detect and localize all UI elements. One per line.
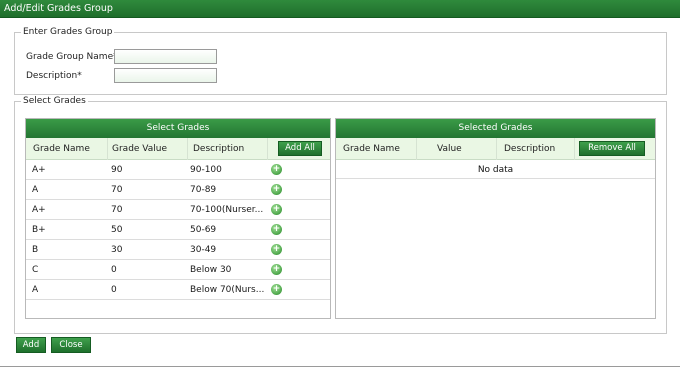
grade-group-name-label: Grade Group Name* (26, 52, 118, 62)
grade-description-cell: 90-100 (190, 165, 222, 175)
grade-description-cell: 70-100(Nurser... (190, 205, 264, 215)
plus-circle-icon[interactable]: + (271, 284, 282, 295)
column-grade-value[interactable]: Grade Value (112, 138, 167, 160)
column-divider (574, 138, 575, 160)
column-description[interactable]: Description (193, 138, 244, 160)
add-button[interactable]: Add (16, 337, 46, 353)
grade-description-cell: Below 30 (190, 265, 232, 275)
selected-grades-title: Selected Grades (336, 119, 655, 138)
column-description[interactable]: Description (504, 138, 555, 160)
available-grades-header: Grade Name Grade Value Description Add A… (26, 138, 330, 160)
plus-circle-icon[interactable]: + (271, 224, 282, 235)
grade-row[interactable]: B+ 50 50-69 + (26, 220, 330, 240)
close-button[interactable]: Close (51, 337, 91, 353)
column-divider (496, 138, 497, 160)
grade-description-cell: Below 70(Nurs... (190, 285, 264, 295)
plus-circle-icon[interactable]: + (271, 204, 282, 215)
select-grades-legend: Select Grades (23, 96, 86, 106)
grade-description-cell: 70-89 (190, 185, 217, 195)
grade-row[interactable]: A 0 Below 70(Nurs... + (26, 280, 330, 300)
add-all-button[interactable]: Add All (278, 141, 322, 156)
column-grade-name[interactable]: Grade Name (33, 138, 90, 160)
grade-row[interactable]: A+ 90 90-100 + (26, 160, 330, 180)
grade-value-cell: 70 (111, 185, 123, 195)
enter-grades-group-legend: Enter Grades Group (23, 27, 113, 37)
grade-row[interactable]: A+ 70 70-100(Nurser... + (26, 200, 330, 220)
grade-name-cell: C (32, 265, 39, 275)
grade-row[interactable]: B 30 30-49 + (26, 240, 330, 260)
available-grades-grid: Select Grades Grade Name Grade Value Des… (25, 118, 331, 319)
grade-group-name-input[interactable] (114, 49, 217, 64)
column-divider (267, 138, 268, 160)
grade-value-cell: 0 (111, 285, 117, 295)
grade-name-cell: A (32, 285, 39, 295)
available-grades-title: Select Grades (26, 119, 330, 138)
grade-value-cell: 0 (111, 265, 117, 275)
column-divider (416, 138, 417, 160)
grade-row[interactable]: A 70 70-89 + (26, 180, 330, 200)
grade-name-cell: A (32, 185, 39, 195)
plus-circle-icon[interactable]: + (271, 264, 282, 275)
grade-description-cell: 50-69 (190, 225, 217, 235)
grade-value-cell: 50 (111, 225, 123, 235)
description-input[interactable] (114, 68, 217, 83)
plus-circle-icon[interactable]: + (271, 184, 282, 195)
grade-value-cell: 30 (111, 245, 123, 255)
grade-name-cell: A+ (32, 165, 46, 175)
grade-value-cell: 70 (111, 205, 123, 215)
description-label: Description* (26, 71, 82, 81)
column-divider (107, 138, 108, 160)
grade-description-cell: 30-49 (190, 245, 217, 255)
window-title: Add/Edit Grades Group (0, 0, 680, 18)
column-grade-name[interactable]: Grade Name (343, 138, 400, 160)
grade-name-cell: A+ (32, 205, 46, 215)
grade-row[interactable]: C 0 Below 30 + (26, 260, 330, 280)
grade-name-cell: B+ (32, 225, 46, 235)
plus-circle-icon[interactable]: + (271, 244, 282, 255)
no-data-message: No data (336, 161, 655, 179)
remove-all-button[interactable]: Remove All (579, 141, 645, 156)
grade-name-cell: B (32, 245, 39, 255)
selected-grades-header: Grade Name Value Description Remove All (336, 138, 655, 160)
grade-value-cell: 90 (111, 165, 123, 175)
column-divider (187, 138, 188, 160)
selected-grades-grid: Selected Grades Grade Name Value Descrip… (335, 118, 656, 319)
column-value[interactable]: Value (437, 138, 462, 160)
plus-circle-icon[interactable]: + (271, 164, 282, 175)
